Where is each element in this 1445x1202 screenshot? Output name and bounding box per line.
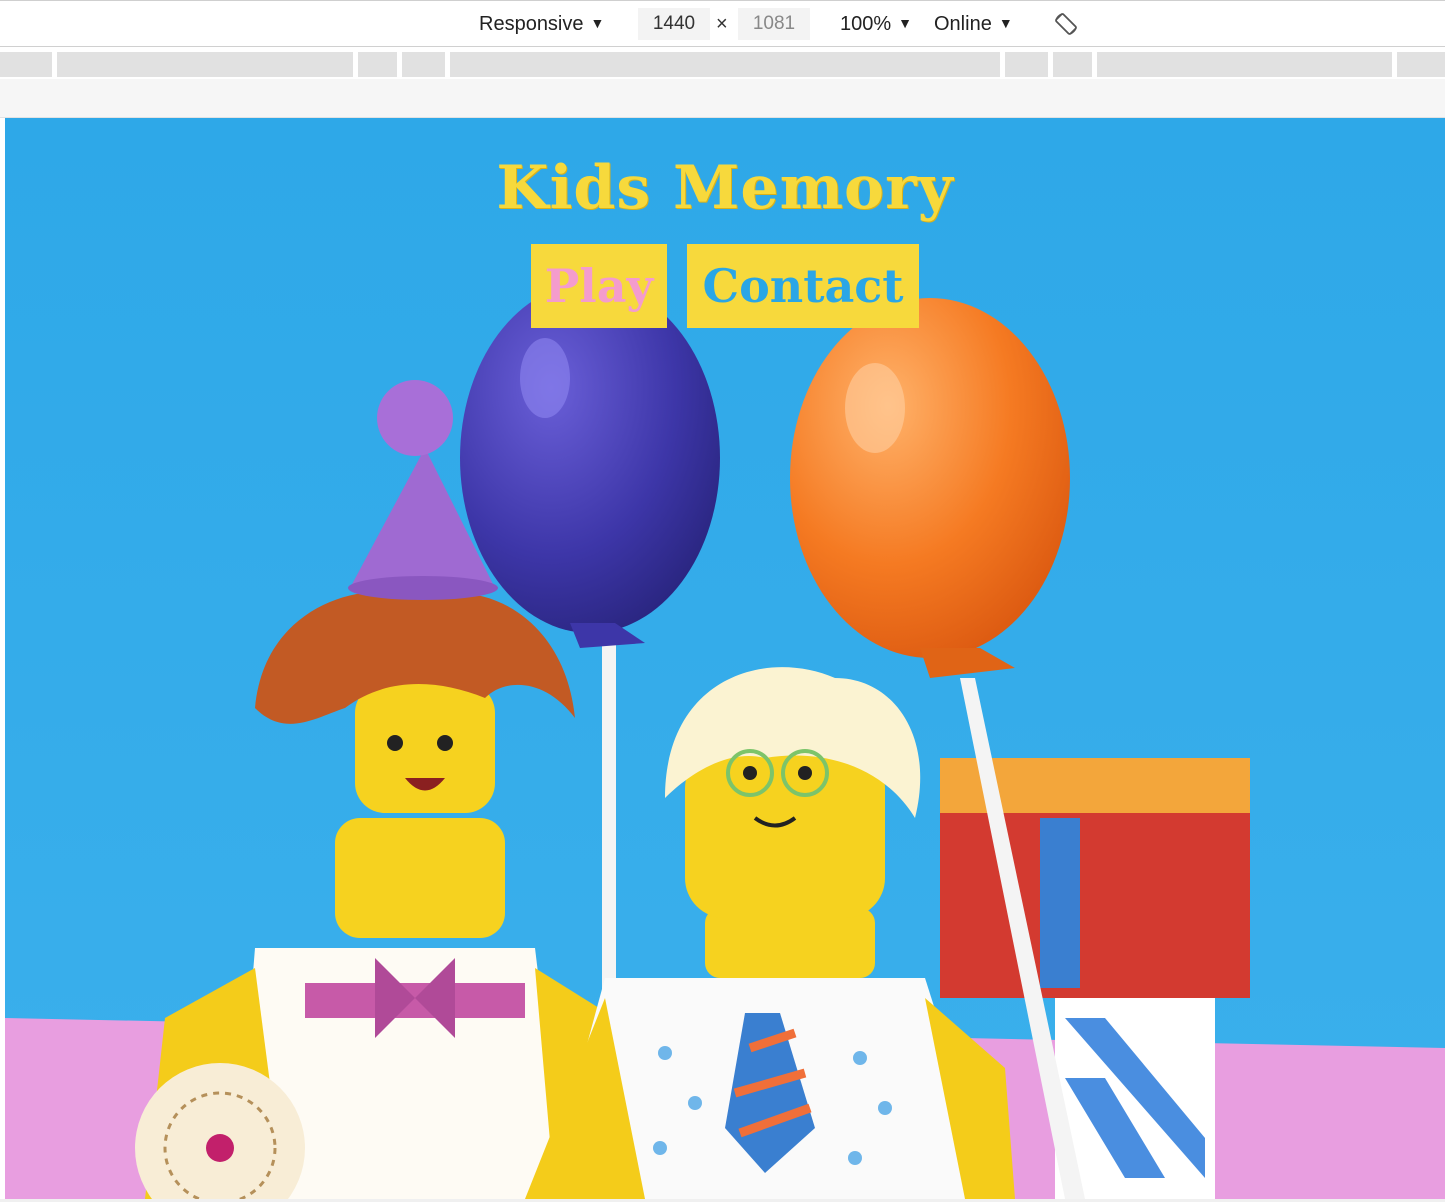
chevron-down-icon: ▼ — [590, 15, 605, 31]
viewport-width-input[interactable] — [638, 8, 710, 40]
media-query-segment[interactable] — [0, 52, 52, 77]
media-query-segment[interactable] — [1053, 52, 1092, 77]
chevron-down-icon: ▼ — [898, 15, 913, 31]
times-icon: × — [716, 13, 728, 35]
chevron-down-icon: ▼ — [998, 15, 1013, 31]
main-nav: Play Contact — [5, 244, 1445, 328]
media-query-segment[interactable] — [1397, 52, 1445, 77]
site-title: Kids Memory — [496, 153, 954, 223]
media-query-segment[interactable] — [1005, 52, 1048, 77]
media-query-segment[interactable] — [1097, 52, 1392, 77]
device-dropdown[interactable]: Responsive ▼ — [479, 11, 604, 38]
zoom-label: 100% — [840, 13, 892, 35]
device-toolbar: Responsive ▼ × 100% ▼ Online ▼ — [0, 0, 1445, 47]
viewport-height-input[interactable] — [738, 8, 810, 40]
network-label: Online — [934, 13, 992, 35]
contact-button[interactable]: Contact — [687, 244, 919, 328]
media-query-segment[interactable] — [57, 52, 353, 77]
rotate-icon[interactable] — [1053, 11, 1079, 37]
zoom-dropdown[interactable]: 100% ▼ — [840, 11, 912, 38]
media-query-segment[interactable] — [358, 52, 397, 77]
media-query-segment[interactable] — [402, 52, 445, 77]
network-throttle-dropdown[interactable]: Online ▼ — [934, 11, 1013, 38]
ruler-gap — [0, 79, 1445, 118]
page-viewport: Kids Memory Play Contact — [5, 118, 1445, 1199]
device-label: Responsive — [479, 13, 584, 35]
play-button[interactable]: Play — [531, 244, 667, 328]
media-query-bar — [0, 49, 1445, 79]
media-query-segment[interactable] — [450, 52, 1000, 77]
